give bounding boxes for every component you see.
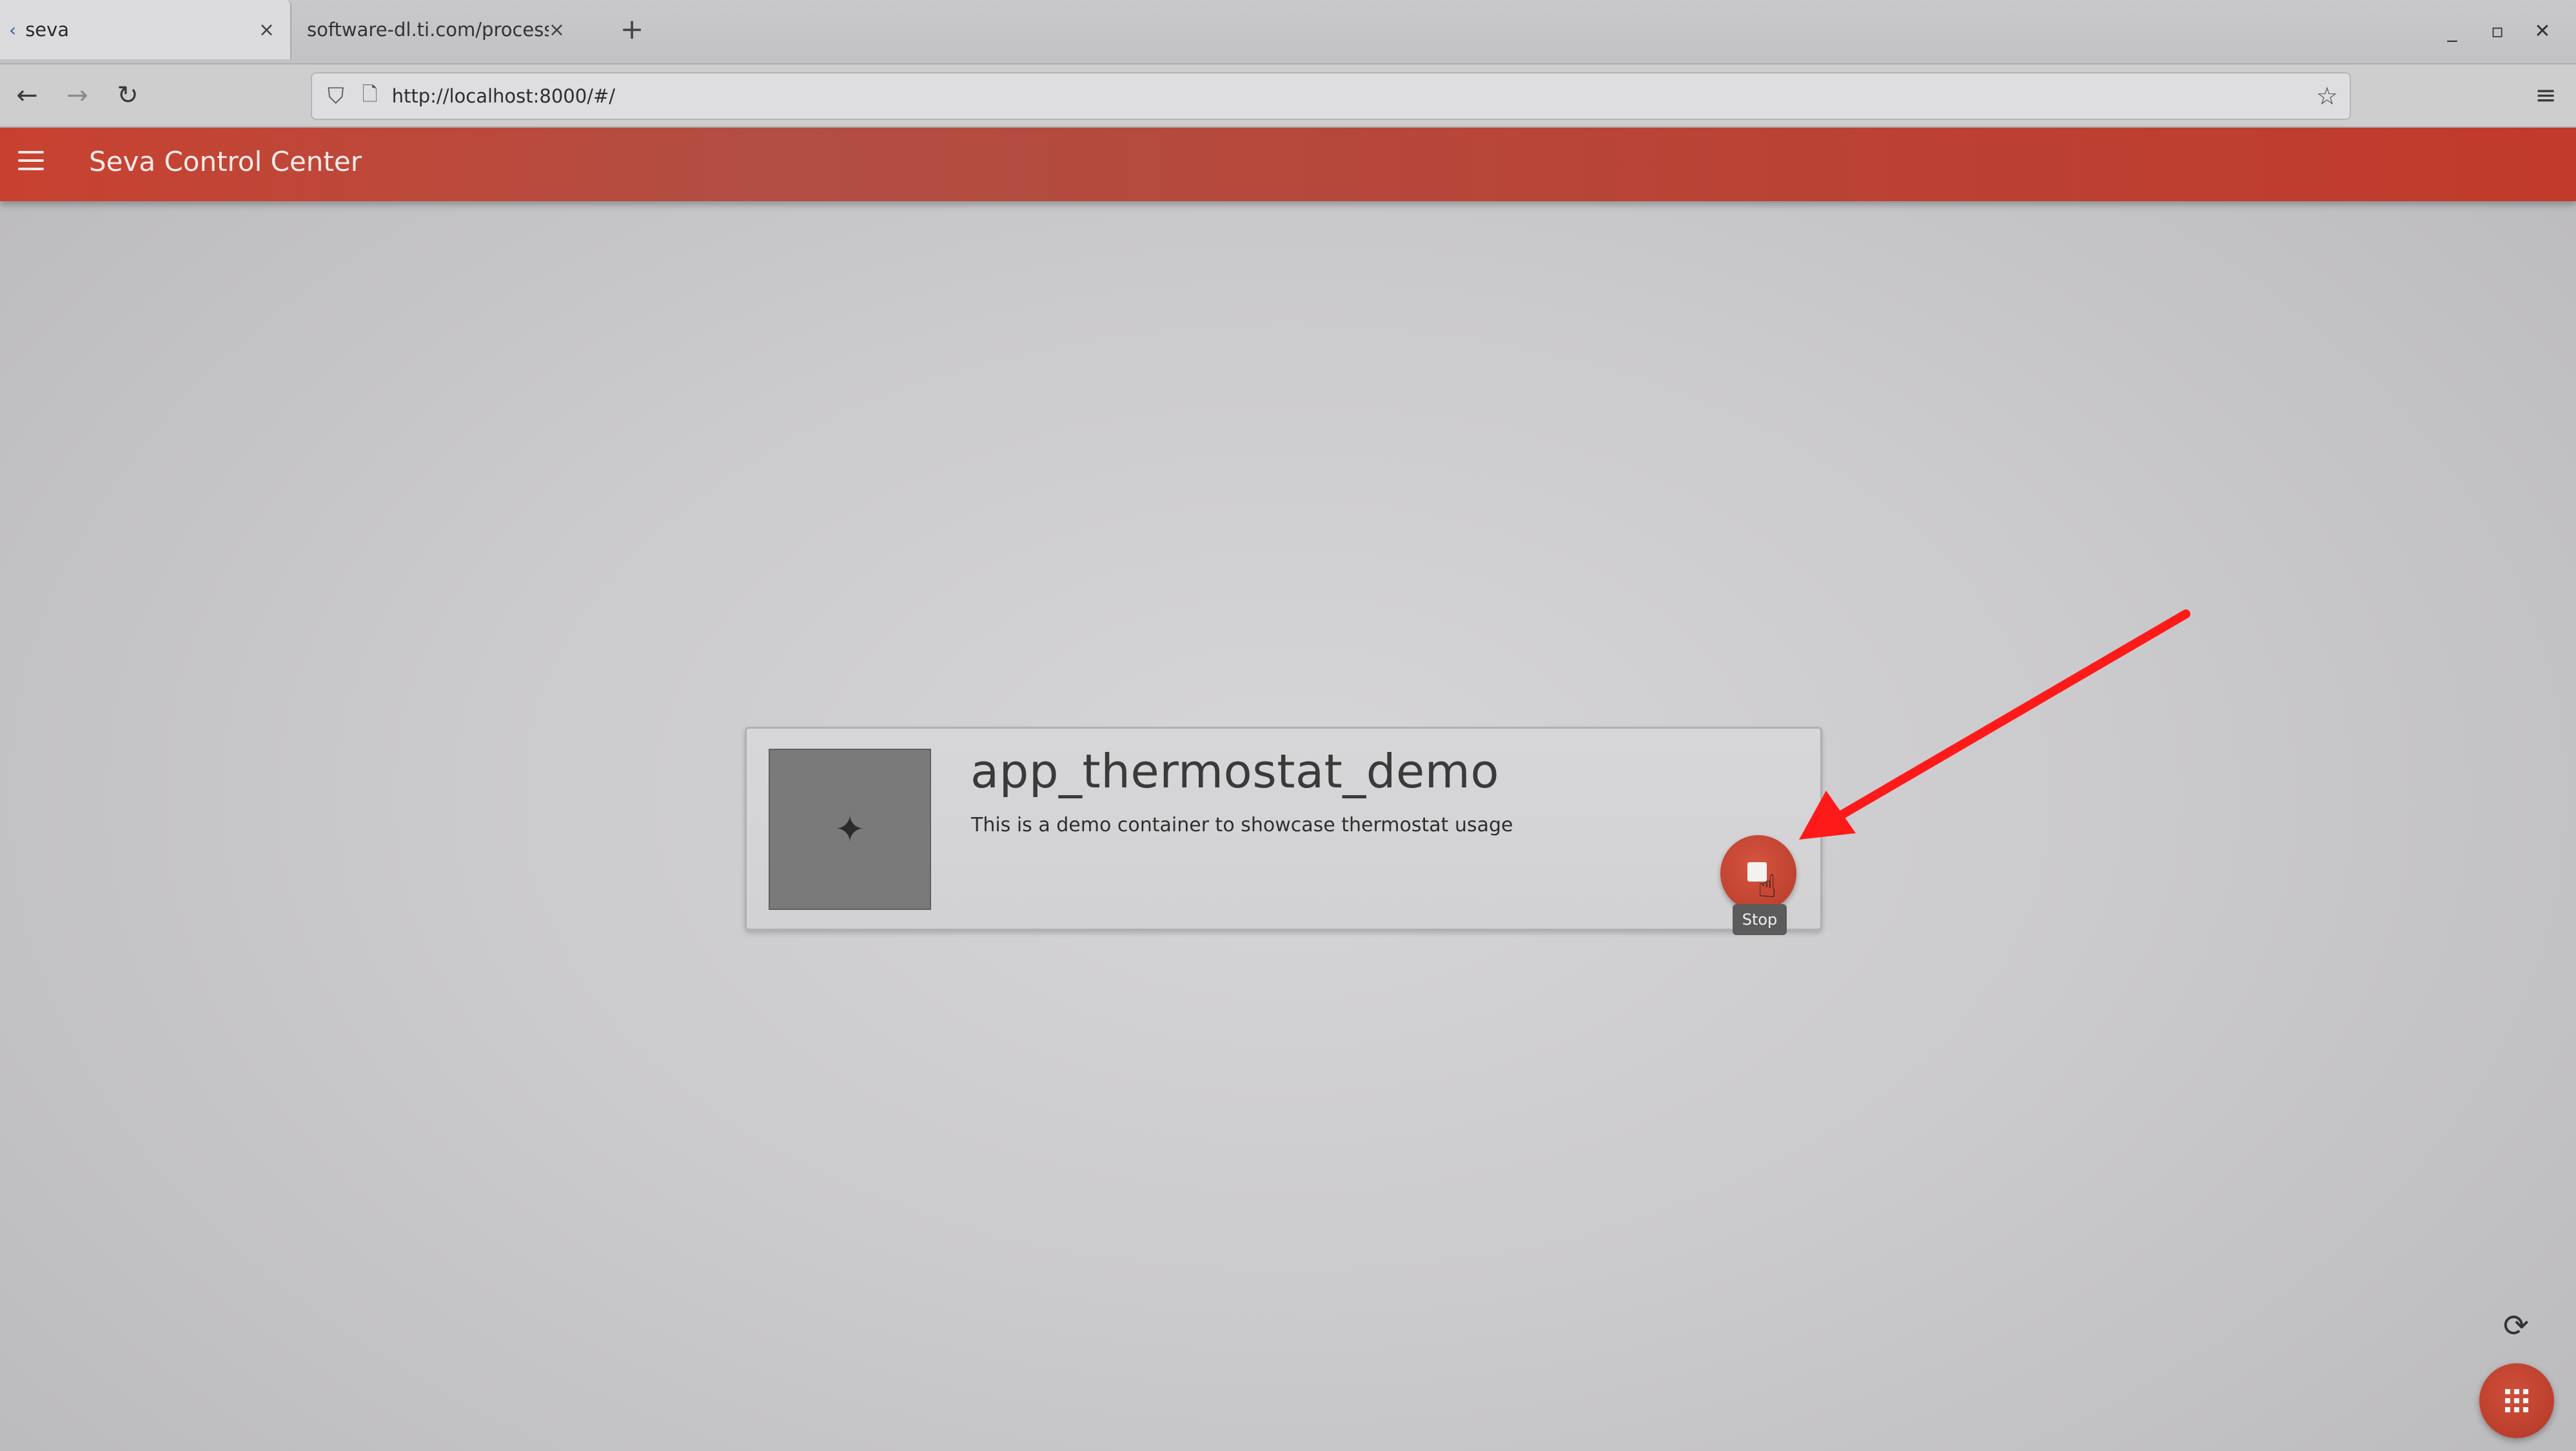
app-title: Seva Control Center [89, 146, 362, 177]
bookmark-star-icon[interactable]: ☆ [2316, 82, 2338, 110]
browser-menu-button[interactable]: ≡ [2526, 76, 2565, 115]
hamburger-menu-icon[interactable] [18, 151, 44, 174]
tab-close-icon[interactable]: × [259, 19, 275, 41]
page-icon[interactable]: 🗋 [362, 80, 378, 113]
shield-icon[interactable]: ⛉ [328, 83, 344, 109]
browser-tab-seva[interactable]: ‹ seva × [0, 0, 291, 59]
app-thumbnail: ✦ [769, 749, 931, 910]
annotation-arrow [1799, 609, 2190, 840]
maximize-button[interactable]: ▫ [2481, 15, 2513, 48]
tab-close-icon[interactable]: × [549, 19, 565, 41]
minimize-button[interactable]: _ [2436, 15, 2468, 48]
apps-fab-button[interactable] [2479, 1363, 2554, 1438]
new-tab-button[interactable]: + [614, 12, 650, 48]
tab-label: seva [25, 19, 70, 41]
tab-favicon-icon: ‹ [9, 19, 17, 41]
tab-label: software-dl.ti.com/processor-s [307, 19, 549, 41]
stop-tooltip: Stop [1733, 904, 1787, 935]
app-description: This is a demo container to showcase the… [971, 814, 1513, 836]
refresh-icon[interactable]: ⟳ [2497, 1307, 2535, 1345]
sparkle-icon: ✦ [834, 808, 865, 851]
app-card: ✦ app_thermostat_demo This is a demo con… [745, 727, 1822, 935]
browser-toolbar: ← → ↻ ⛉ 🗋 http://localhost:8000/#/ ☆ ≡ [0, 64, 2576, 128]
hand-cursor-icon: ☝ [1758, 869, 1777, 905]
address-bar[interactable]: ⛉ 🗋 http://localhost:8000/#/ ☆ [311, 72, 2351, 120]
app-header: Seva Control Center [0, 128, 2576, 201]
browser-tab-software[interactable]: software-dl.ti.com/processor-s × [303, 0, 580, 59]
url-text[interactable]: http://localhost:8000/#/ [392, 85, 2316, 107]
apps-grid-icon [2505, 1389, 2528, 1412]
back-button[interactable]: ← [8, 76, 46, 115]
forward-button[interactable]: → [58, 76, 97, 115]
reload-button[interactable]: ↻ [108, 76, 147, 115]
app-name: app_thermostat_demo [970, 744, 1499, 798]
close-window-button[interactable]: ✕ [2526, 15, 2559, 48]
browser-tab-strip: ‹ seva × software-dl.ti.com/processor-s … [0, 0, 2576, 64]
